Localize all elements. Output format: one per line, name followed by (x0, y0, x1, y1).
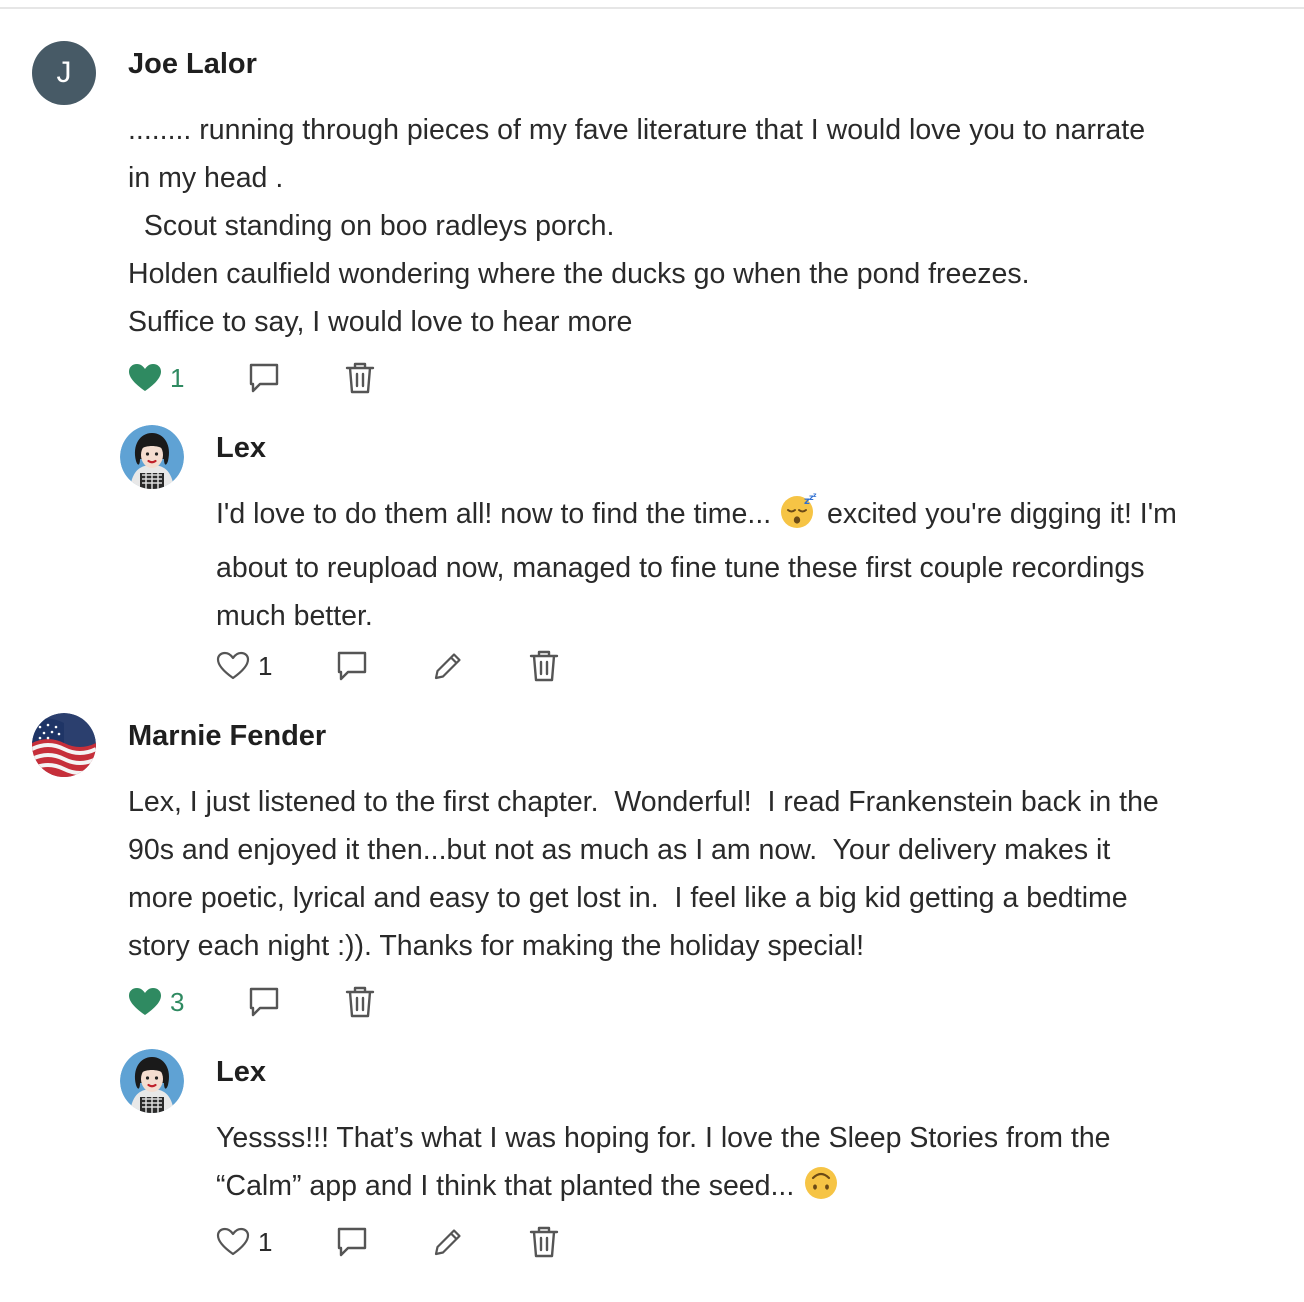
reply-button[interactable] (248, 982, 280, 1022)
reply-button[interactable] (336, 646, 368, 686)
speech-bubble-icon (249, 987, 279, 1017)
speech-bubble-icon (249, 363, 279, 393)
comment-text: “Calm” app and I think that planted the … (216, 1170, 795, 1202)
comment-text: excited you're digging it! I'm (827, 498, 1177, 530)
trash-icon (529, 1226, 559, 1258)
comment-line: in my head . (128, 162, 284, 194)
like-button[interactable]: 1 (216, 1222, 272, 1262)
comment-body: Lex, I just listened to the first chapte… (128, 778, 1159, 970)
pencil-icon (434, 653, 461, 680)
comment-line: Yessss!!! That’s what I was hoping for. … (216, 1122, 1111, 1154)
like-count: 1 (258, 650, 273, 681)
like-button[interactable]: 1 (216, 646, 272, 686)
comment-line: I'd love to do them all! now to find the… (216, 490, 1177, 544)
comment-line: Lex, I just listened to the first chapte… (128, 786, 1159, 818)
comment-actions: 3 (128, 982, 388, 1022)
comment-author[interactable]: Lex (216, 1056, 266, 1089)
comment-actions: 1 (216, 1222, 576, 1262)
speech-bubble-icon (337, 1227, 367, 1257)
edit-button[interactable] (432, 646, 464, 686)
trash-icon (345, 362, 375, 394)
comment-line: “Calm” app and I think that planted the … (216, 1162, 1111, 1216)
delete-button[interactable] (344, 358, 376, 398)
heart-outline-icon (216, 651, 250, 680)
speech-bubble-icon (337, 651, 367, 681)
pencil-icon (434, 1229, 461, 1256)
comment-actions: 1 (128, 358, 388, 398)
comment-author[interactable]: Marnie Fender (128, 720, 326, 753)
like-count: 1 (258, 1226, 273, 1257)
like-count: 3 (170, 986, 185, 1017)
comment-line: Suffice to say, I would love to hear mor… (128, 306, 633, 338)
svg-text:z: z (813, 493, 817, 499)
comment-text: I'd love to do them all! now to find the… (216, 498, 772, 530)
upside-down-face-icon (802, 1165, 840, 1216)
comment-line: more poetic, lyrical and easy to get los… (128, 882, 1128, 914)
reply-button[interactable] (336, 1222, 368, 1262)
sleeping-face-icon: zzz (779, 492, 819, 544)
comment-body: ........ running through pieces of my fa… (128, 106, 1145, 346)
comment-line: 90s and enjoyed it then...but not as muc… (128, 834, 1111, 866)
comment-body: Yessss!!! That’s what I was hoping for. … (216, 1114, 1111, 1216)
comment-line: ........ running through pieces of my fa… (128, 114, 1146, 146)
comment-line: about to reupload now, managed to fine t… (216, 552, 1145, 584)
trash-icon (529, 650, 559, 682)
avatar[interactable]: J (32, 41, 96, 105)
comment-author[interactable]: Joe Lalor (128, 48, 257, 81)
delete-button[interactable] (528, 1222, 560, 1262)
comment-line: Holden caulfield wondering where the duc… (128, 258, 1030, 290)
comment-actions: 1 (216, 646, 576, 686)
trash-icon (345, 986, 375, 1018)
comment-author[interactable]: Lex (216, 432, 266, 465)
like-button[interactable]: 3 (128, 982, 184, 1022)
comment-line: story each night :)). Thanks for making … (128, 930, 865, 962)
like-count: 1 (170, 362, 185, 393)
comment-line: Scout standing on boo radleys porch. (128, 210, 615, 242)
comment-line: much better. (216, 600, 373, 632)
reply-button[interactable] (248, 358, 280, 398)
delete-button[interactable] (528, 646, 560, 686)
avatar[interactable] (120, 1049, 184, 1113)
delete-button[interactable] (344, 982, 376, 1022)
top-divider (0, 7, 1304, 9)
comment-body: I'd love to do them all! now to find the… (216, 490, 1177, 640)
heart-filled-icon (129, 988, 161, 1015)
heart-filled-icon (129, 364, 161, 391)
avatar[interactable] (32, 713, 96, 777)
heart-outline-icon (216, 1227, 250, 1256)
edit-button[interactable] (432, 1222, 464, 1262)
avatar[interactable] (120, 425, 184, 489)
like-button[interactable]: 1 (128, 358, 184, 398)
